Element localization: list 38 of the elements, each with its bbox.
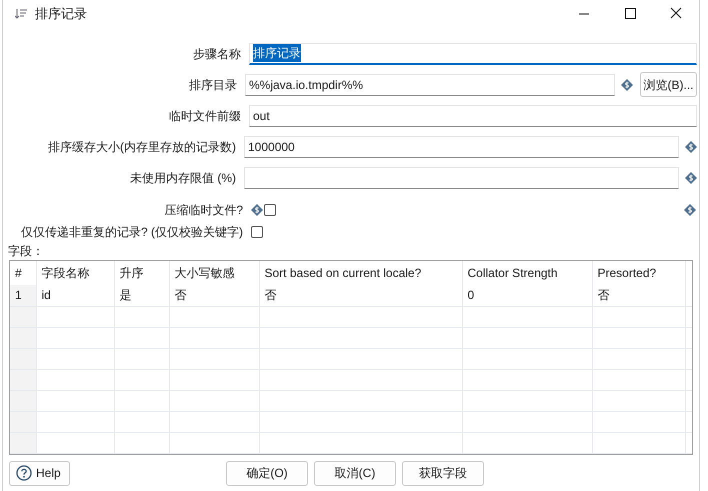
column-header[interactable]: 升序 <box>114 261 169 285</box>
table-cell: 否 <box>259 285 462 306</box>
row-number: 1 <box>10 285 36 306</box>
variable-icon <box>684 204 696 216</box>
checkbox[interactable] <box>264 204 276 216</box>
input-field[interactable] <box>244 166 679 188</box>
column-header[interactable]: 字段名称 <box>36 261 114 285</box>
dialog-button[interactable]: 取消(C) <box>314 460 396 486</box>
table-cell: 否 <box>592 285 685 306</box>
sort-icon <box>15 9 27 19</box>
dialog-button[interactable]: 确定(O) <box>226 460 308 486</box>
input-field[interactable]: %%java.io.tmpdir%% <box>245 74 615 96</box>
browse-button[interactable]: 浏览(B)... <box>640 72 697 97</box>
table-cell: 是 <box>114 285 169 306</box>
field-label: 排序缓存大小(内存里存放的记录数) <box>47 138 237 156</box>
checkbox[interactable] <box>251 226 263 238</box>
input-field[interactable]: 排序记录 <box>249 42 697 64</box>
table-cell: 否 <box>169 285 259 306</box>
table-cell: id <box>36 285 114 306</box>
column-header[interactable]: Collator Strength <box>462 261 592 285</box>
field-label: 临时文件前缀 <box>168 108 242 124</box>
column-header[interactable]: # <box>10 261 36 285</box>
window-title: 排序记录 <box>35 5 87 24</box>
column-header[interactable]: Sort based on current locale? <box>259 261 462 285</box>
input-field[interactable]: out <box>249 104 697 126</box>
field-label: 排序目录 <box>188 76 238 94</box>
column-header[interactable]: Presorted? <box>592 261 685 285</box>
field-label: 步骤名称 <box>192 46 242 62</box>
help-button[interactable]: Help <box>9 460 70 486</box>
column-header[interactable]: 大小写敏感 <box>169 261 259 285</box>
input-field[interactable]: 1000000 <box>244 136 679 158</box>
field-label: 仅仅传递非重复的记录? (仅仅校验关键字) <box>20 224 244 241</box>
fields-label: 字段： <box>7 243 45 259</box>
field-label: 压缩临时文件? <box>163 202 244 219</box>
table-cell: 0 <box>462 285 592 306</box>
help-icon <box>16 465 32 482</box>
field-label: 未使用内存限值 (%) <box>129 170 237 186</box>
dialog-button[interactable]: 获取字段 <box>402 460 484 486</box>
